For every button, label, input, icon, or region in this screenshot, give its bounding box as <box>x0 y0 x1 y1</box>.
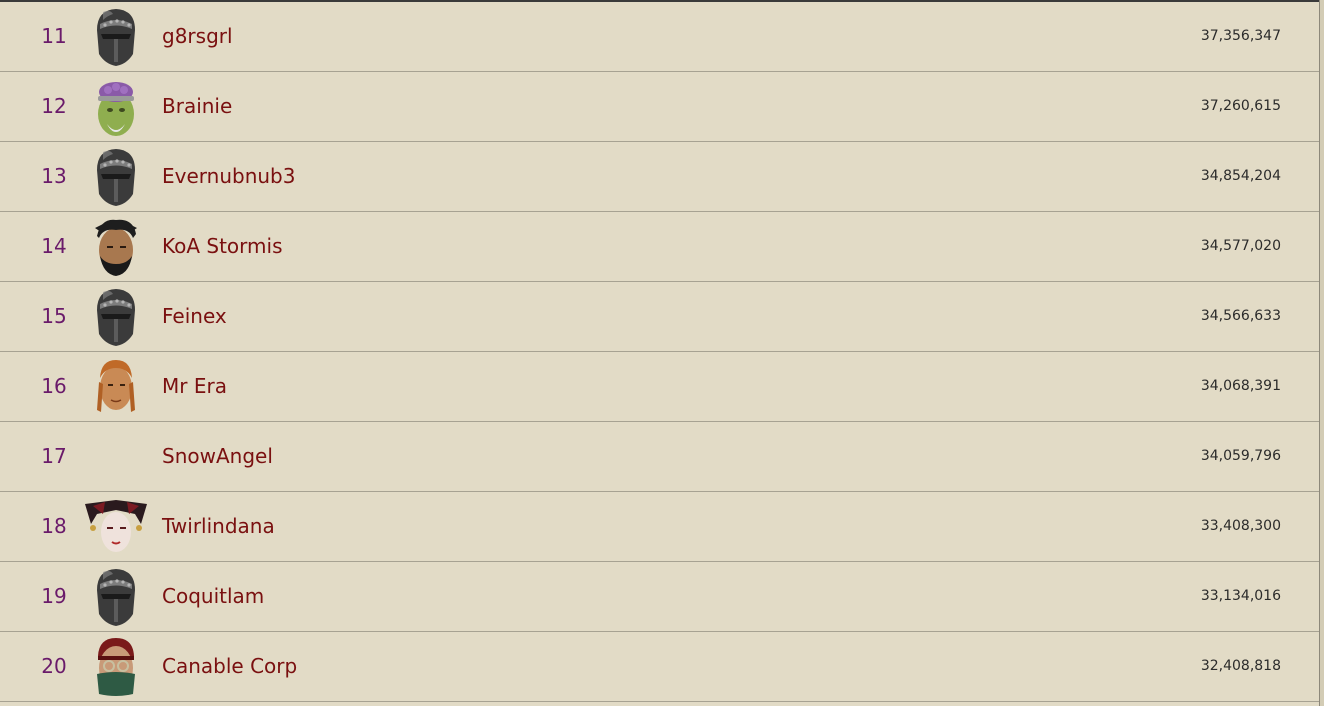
score-value: 34,854,204 <box>1200 168 1281 184</box>
jester-head-icon <box>83 496 149 558</box>
score-value: 33,408,300 <box>1200 518 1281 534</box>
bearded-head-icon <box>83 216 149 278</box>
player-name-link[interactable]: Canable Corp <box>162 632 297 701</box>
table-row[interactable]: 18 Twirlindana 33,408,300 <box>0 492 1319 562</box>
brain-head-icon <box>83 76 149 138</box>
score-value: 34,566,633 <box>1200 308 1281 324</box>
table-row[interactable]: 12 Brainie 37,260,615 <box>0 72 1319 142</box>
player-name-link[interactable]: Coquitlam <box>162 562 264 631</box>
rank-number: 15 <box>41 304 67 328</box>
score-value: 34,059,796 <box>1200 448 1281 464</box>
score-value: 37,260,615 <box>1200 98 1281 114</box>
rank-number: 13 <box>41 164 67 188</box>
table-row[interactable]: 14 KoA Stormis 34,577,020 <box>0 212 1319 282</box>
rank-number: 18 <box>41 514 67 538</box>
player-name-link[interactable]: Brainie <box>162 72 232 141</box>
scrollbar-edge <box>1319 0 1324 706</box>
rank-number: 11 <box>41 24 67 48</box>
rank-number: 20 <box>41 654 67 678</box>
helm-icon <box>83 286 149 348</box>
rank-number: 16 <box>41 374 67 398</box>
hiscores-table: 11 g8rsgrl 37,356,347 12 Brainie 37,260,… <box>0 2 1319 702</box>
player-name-link[interactable]: g8rsgrl <box>162 2 233 71</box>
helm-icon <box>83 566 149 628</box>
braided-head-icon <box>83 356 149 418</box>
score-value: 34,068,391 <box>1200 378 1281 394</box>
player-name-link[interactable]: Feinex <box>162 282 227 351</box>
table-row[interactable]: 17 SnowAngel 34,059,796 <box>0 422 1319 492</box>
rank-number: 17 <box>41 444 67 468</box>
table-row[interactable]: 19 Coquitlam 33,134,016 <box>0 562 1319 632</box>
helm-icon <box>83 146 149 208</box>
table-row[interactable]: 20 Canable Corp 32,408,818 <box>0 632 1319 702</box>
rank-number: 12 <box>41 94 67 118</box>
table-row[interactable]: 13 Evernubnub3 34,854,204 <box>0 142 1319 212</box>
masked-head-icon <box>83 636 149 698</box>
score-value: 37,356,347 <box>1200 28 1281 44</box>
player-name-link[interactable]: SnowAngel <box>162 422 273 491</box>
player-name-link[interactable]: KoA Stormis <box>162 212 283 281</box>
rank-number: 19 <box>41 584 67 608</box>
player-name-link[interactable]: Twirlindana <box>162 492 275 561</box>
rank-number: 14 <box>41 234 67 258</box>
table-row[interactable]: 11 g8rsgrl 37,356,347 <box>0 2 1319 72</box>
score-value: 34,577,020 <box>1200 238 1281 254</box>
score-value: 32,408,818 <box>1200 658 1281 674</box>
score-value: 33,134,016 <box>1200 588 1281 604</box>
player-name-link[interactable]: Evernubnub3 <box>162 142 295 211</box>
table-row[interactable]: 15 Feinex 34,566,633 <box>0 282 1319 352</box>
player-name-link[interactable]: Mr Era <box>162 352 227 421</box>
table-row[interactable]: 16 Mr Era 34,068,391 <box>0 352 1319 422</box>
helm-icon <box>83 6 149 68</box>
